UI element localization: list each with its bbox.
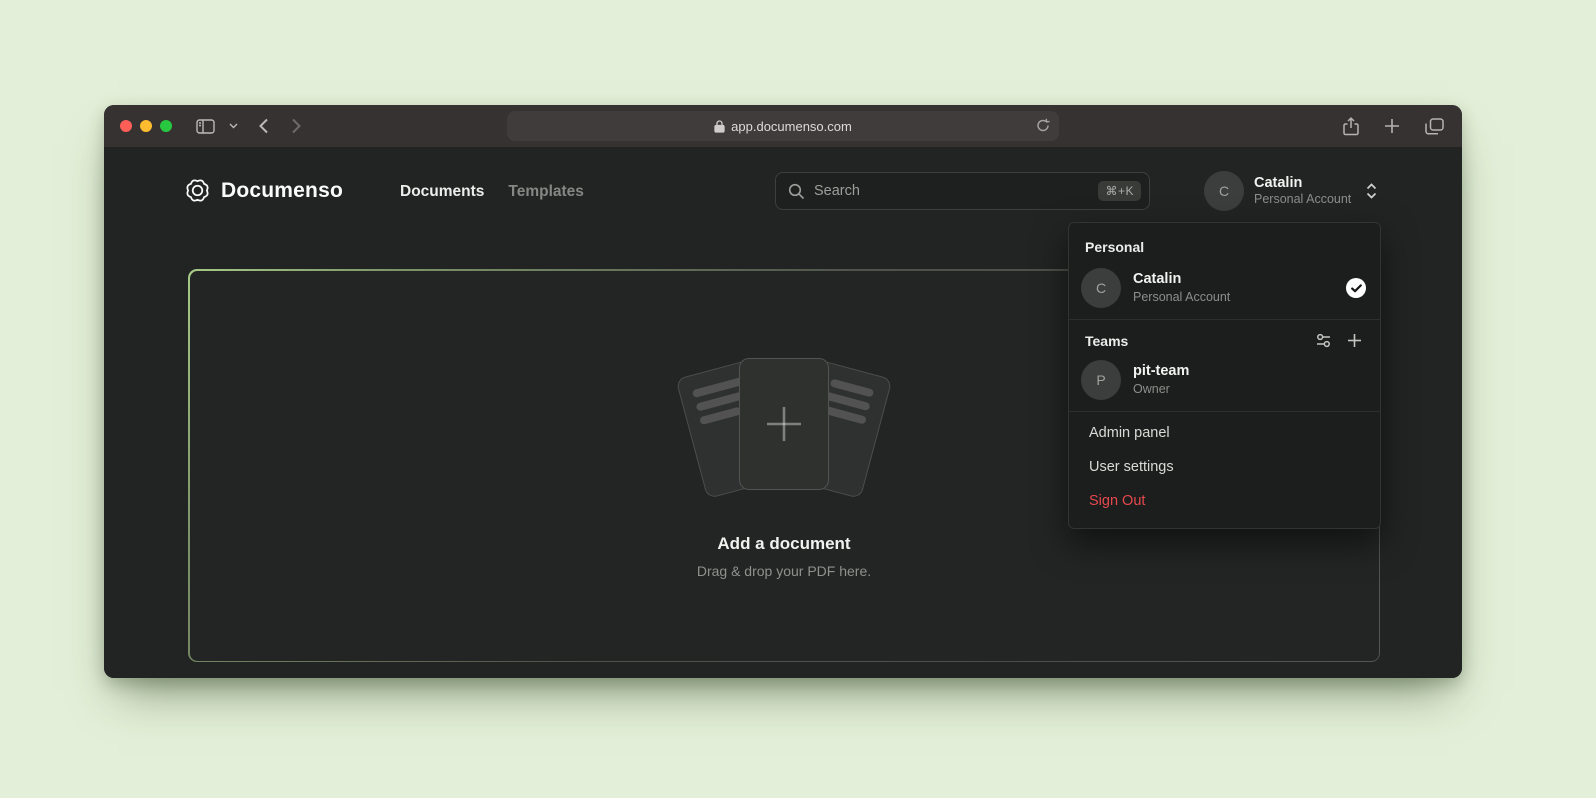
primary-nav: Documents Templates	[400, 183, 584, 201]
personal-account-avatar: C	[1081, 268, 1121, 308]
lock-icon	[714, 120, 725, 133]
personal-section-label: Personal	[1069, 229, 1380, 263]
chevrons-up-down-icon	[1365, 182, 1378, 200]
forward-button-icon[interactable]	[291, 118, 302, 134]
teams-section-header: Teams	[1069, 324, 1380, 355]
account-avatar: C	[1204, 171, 1244, 211]
nav-templates[interactable]: Templates	[508, 183, 584, 201]
menu-item-sign-out[interactable]: Sign Out	[1069, 484, 1380, 518]
browser-window: app.documenso.com	[104, 105, 1462, 678]
manage-teams-icon[interactable]	[1315, 332, 1332, 349]
zoom-window-button[interactable]	[160, 120, 172, 132]
personal-account-item[interactable]: C Catalin Personal Account	[1069, 263, 1380, 317]
account-dropdown-menu: Personal C Catalin Personal Account Team…	[1068, 222, 1381, 529]
brand[interactable]: Documenso	[184, 177, 343, 204]
minimize-window-button[interactable]	[140, 120, 152, 132]
address-bar[interactable]: app.documenso.com	[507, 111, 1059, 141]
close-window-button[interactable]	[120, 120, 132, 132]
tab-overview-icon[interactable]	[1425, 118, 1444, 135]
team-role: Owner	[1133, 381, 1366, 397]
documenso-logo-icon	[184, 177, 211, 204]
search-shortcut-badge: ⌘+K	[1098, 181, 1141, 201]
team-name: pit-team	[1133, 362, 1366, 381]
app-content: Documenso Documents Templates ⌘+K C	[104, 147, 1462, 678]
window-controls	[120, 120, 172, 132]
personal-account-type: Personal Account	[1133, 289, 1334, 305]
document-cards-illustration	[654, 352, 914, 502]
personal-account-name: Catalin	[1133, 270, 1334, 289]
plus-icon	[761, 401, 807, 447]
create-team-icon[interactable]	[1347, 333, 1362, 348]
account-menu-button[interactable]: C Catalin Personal Account	[1204, 171, 1378, 211]
menu-item-user-settings[interactable]: User settings	[1069, 450, 1380, 484]
search-bar[interactable]: ⌘+K	[775, 172, 1150, 210]
search-icon	[788, 183, 805, 200]
add-document-card	[739, 358, 829, 490]
back-button-icon[interactable]	[258, 118, 269, 134]
team-avatar: P	[1081, 360, 1121, 400]
chevron-down-icon[interactable]	[229, 123, 238, 129]
nav-documents[interactable]: Documents	[400, 183, 484, 201]
browser-toolbar: app.documenso.com	[104, 105, 1462, 147]
teams-section-label: Teams	[1085, 333, 1315, 349]
search-input[interactable]	[814, 183, 1098, 199]
account-type: Personal Account	[1254, 192, 1351, 208]
sidebar-toggle-icon[interactable]	[196, 119, 215, 134]
menu-divider	[1069, 319, 1380, 320]
menu-divider	[1069, 411, 1380, 412]
menu-item-admin-panel[interactable]: Admin panel	[1069, 416, 1380, 450]
dropzone-title: Add a document	[717, 534, 850, 554]
reload-icon[interactable]	[1036, 118, 1050, 133]
share-icon[interactable]	[1343, 117, 1359, 136]
url-text: app.documenso.com	[731, 119, 852, 134]
brand-name: Documenso	[221, 179, 343, 203]
account-name: Catalin	[1254, 174, 1351, 192]
new-tab-icon[interactable]	[1384, 118, 1400, 134]
dropzone-subtitle: Drag & drop your PDF here.	[697, 563, 871, 579]
team-item[interactable]: P pit-team Owner	[1069, 355, 1380, 409]
selected-check-icon	[1346, 278, 1366, 298]
